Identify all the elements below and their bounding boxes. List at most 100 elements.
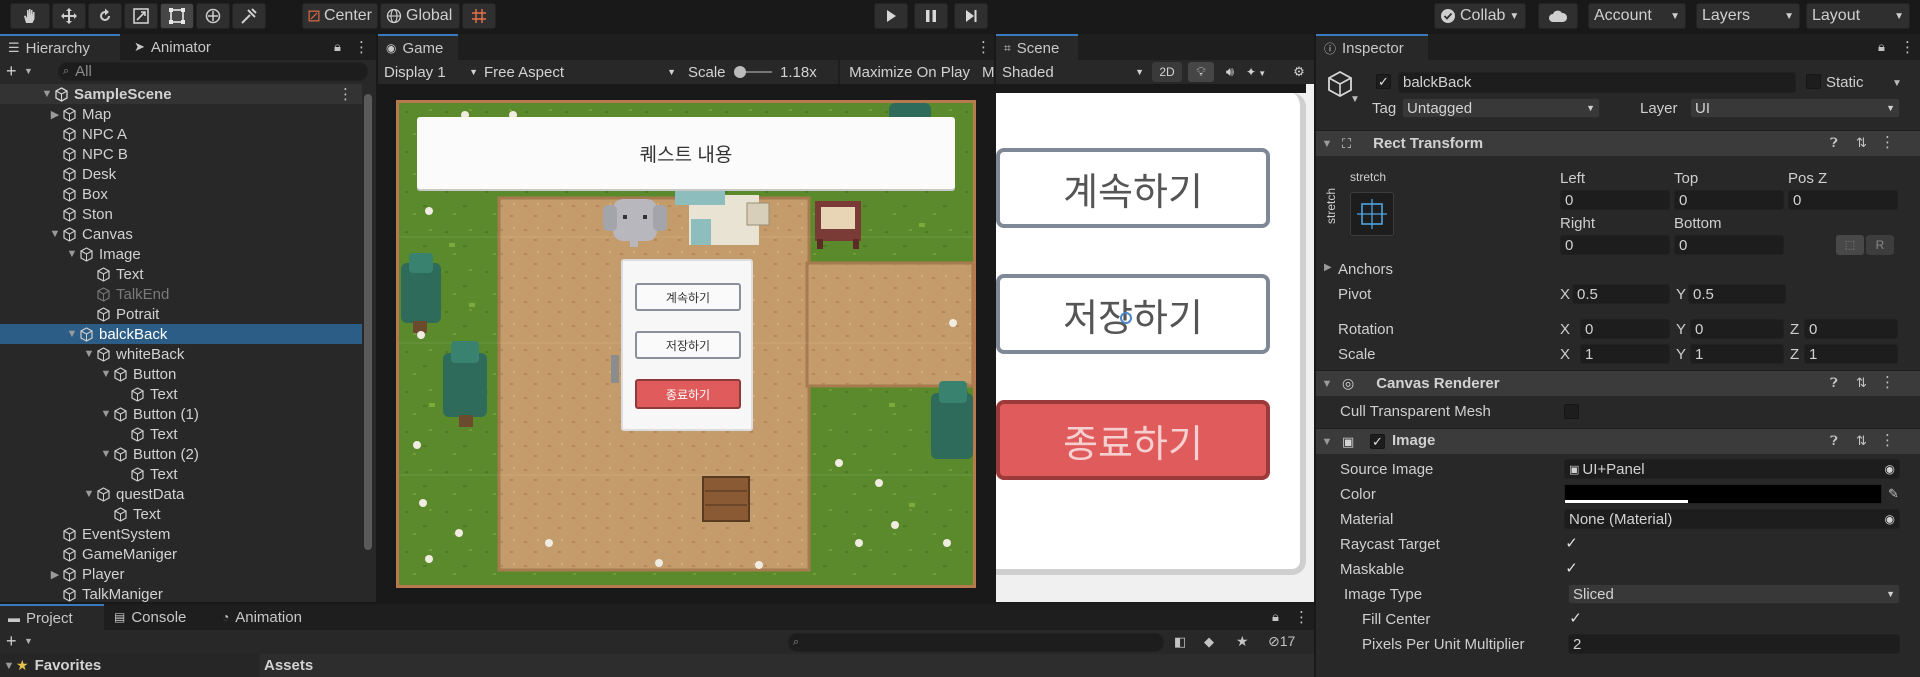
tab-project[interactable]: ▬ Project xyxy=(0,604,104,630)
scale-x-field[interactable]: 1 xyxy=(1580,344,1670,364)
fold-arrow-icon[interactable]: ▼ xyxy=(48,228,62,240)
preset-icon[interactable]: ⇅ xyxy=(1856,433,1867,449)
scene-save-button[interactable]: 저장하기 xyxy=(996,274,1270,354)
display-dropdown[interactable]: Display 1 ▼ xyxy=(384,63,478,81)
fold-arrow-icon[interactable]: ▼ xyxy=(82,348,96,360)
chevron-down-icon[interactable]: ▼ xyxy=(1350,94,1360,105)
aspect-dropdown[interactable]: Free Aspect ▼ xyxy=(484,63,676,81)
fold-arrow-icon[interactable]: ▼ xyxy=(99,368,113,380)
color-field[interactable] xyxy=(1564,484,1882,504)
tag-dropdown[interactable]: Untagged ▼ xyxy=(1402,98,1600,118)
right-field[interactable]: 0 xyxy=(1560,235,1670,255)
pivot-handle[interactable] xyxy=(1120,312,1132,324)
chevron-down-icon[interactable]: ▼ xyxy=(24,636,33,646)
add-icon[interactable]: + xyxy=(6,62,17,80)
fold-arrow-icon[interactable]: ▼ xyxy=(65,328,79,340)
game-viewport[interactable]: 퀘스트 내용 계속하기 저장하기 종료하기 xyxy=(396,100,976,588)
pivot-y-field[interactable]: 0.5 xyxy=(1688,284,1786,304)
continue-button[interactable]: 계속하기 xyxy=(635,283,741,311)
hierarchy-item[interactable]: Text xyxy=(0,504,362,524)
scale-z-field[interactable]: 1 xyxy=(1804,344,1898,364)
project-search-input[interactable]: ⌕ xyxy=(788,633,1164,652)
hierarchy-item[interactable]: ▼ balckBack xyxy=(0,324,362,344)
fold-arrow-icon[interactable]: ▼ xyxy=(99,408,113,420)
fold-arrow-icon[interactable]: ▶ xyxy=(48,108,62,121)
kebab-menu-icon[interactable]: ⋮ xyxy=(1294,608,1309,626)
raw-edit-button[interactable]: R xyxy=(1866,235,1894,255)
active-checkbox[interactable]: ✓ xyxy=(1376,74,1391,89)
account-dropdown[interactable]: Account ▼ xyxy=(1588,3,1686,29)
hand-tool-button[interactable] xyxy=(10,3,50,29)
layout-dropdown[interactable]: Layout ▼ xyxy=(1806,3,1910,29)
layer-dropdown[interactable]: UI ▼ xyxy=(1690,98,1900,118)
hierarchy-item[interactable]: ▼ questData xyxy=(0,484,362,504)
object-picker-icon[interactable]: ◉ xyxy=(1885,512,1895,526)
hierarchy-item[interactable]: ▼ whiteBack xyxy=(0,344,362,364)
top-field[interactable]: 0 xyxy=(1674,190,1784,210)
hierarchy-item[interactable]: Text xyxy=(0,264,362,284)
tab-console[interactable]: ▤ Console xyxy=(106,604,206,630)
favorite-star-icon[interactable]: ★ xyxy=(1236,633,1249,650)
object-name-field[interactable]: balckBack xyxy=(1398,72,1796,93)
shading-dropdown[interactable]: Shaded ▼ xyxy=(1002,63,1144,81)
image-type-dropdown[interactable]: Sliced ▼ xyxy=(1568,584,1900,604)
help-icon[interactable]: ❓︎ xyxy=(1830,135,1838,151)
blueprint-mode-button[interactable]: ⬚ xyxy=(1836,235,1864,255)
effects-icon[interactable]: ✦ ▼ xyxy=(1246,62,1280,82)
maximize-on-play-toggle[interactable]: Maximize On Play xyxy=(838,64,970,81)
play-button[interactable] xyxy=(874,3,908,29)
hierarchy-item[interactable]: GameManiger xyxy=(0,544,362,564)
hierarchy-item[interactable]: ▼ Button xyxy=(0,364,362,384)
tab-animation[interactable]: ◔ Animation xyxy=(214,604,330,630)
hierarchy-scrollbar[interactable] xyxy=(362,86,374,598)
mute-audio-toggle[interactable]: M xyxy=(982,64,994,81)
scale-slider[interactable] xyxy=(734,66,772,78)
custom-tool-button[interactable] xyxy=(232,3,266,29)
hierarchy-item[interactable]: Text xyxy=(0,424,362,444)
cull-transparent-checkbox[interactable] xyxy=(1564,404,1579,419)
hidden-packages-toggle[interactable]: ⊘17 xyxy=(1268,633,1295,650)
hierarchy-search-input[interactable]: ⌕ All xyxy=(58,62,368,81)
kebab-menu-icon[interactable]: ⋮ xyxy=(976,38,991,56)
tab-hierarchy[interactable]: ☰ Hierarchy xyxy=(0,34,120,60)
component-menu-icon[interactable]: ⋮ xyxy=(1880,133,1895,151)
hierarchy-item[interactable]: ▼ Button (2) xyxy=(0,444,362,464)
image-enabled-checkbox[interactable]: ✓ xyxy=(1370,434,1385,449)
label-filter-icon[interactable]: ◆ xyxy=(1204,634,1214,650)
hierarchy-item[interactable]: ▼ Canvas xyxy=(0,224,362,244)
static-label[interactable]: Static xyxy=(1826,74,1864,91)
ppu-multiplier-field[interactable]: 2 xyxy=(1568,634,1900,654)
fold-arrow-icon[interactable]: ▶ xyxy=(1324,262,1332,273)
scene-viewport[interactable]: 계속하기 저장하기 종료하기 xyxy=(996,84,1314,602)
hierarchy-item[interactable]: ▼ Button (1) xyxy=(0,404,362,424)
scene-row[interactable]: ▼ SampleScene xyxy=(0,84,362,104)
hierarchy-item[interactable]: TalkEnd xyxy=(0,284,362,304)
scene-quit-button[interactable]: 종료하기 xyxy=(996,400,1270,480)
preset-icon[interactable]: ⇅ xyxy=(1856,135,1867,151)
assets-breadcrumb[interactable]: Assets xyxy=(260,654,1314,677)
hierarchy-item[interactable]: Desk xyxy=(0,164,362,184)
scale-slider-thumb[interactable] xyxy=(734,66,746,78)
hierarchy-item[interactable]: NPC A xyxy=(0,124,362,144)
scale-y-field[interactable]: 1 xyxy=(1690,344,1784,364)
lock-icon[interactable]: 🔒︎ xyxy=(1878,39,1885,55)
hierarchy-item[interactable]: ▶ Map xyxy=(0,104,362,124)
pivot-x-field[interactable]: 0.5 xyxy=(1572,284,1670,304)
fold-arrow-icon[interactable]: ▼ xyxy=(82,488,96,500)
pivot-mode-button[interactable]: Center xyxy=(302,3,378,29)
fill-center-checkbox[interactable]: ✓ xyxy=(1568,611,1583,627)
fold-arrow-icon[interactable]: ▶ xyxy=(48,568,62,581)
2d-toggle[interactable]: 2D xyxy=(1152,62,1182,82)
posz-field[interactable]: 0 xyxy=(1788,190,1898,210)
maskable-checkbox[interactable]: ✓ xyxy=(1564,561,1579,577)
hierarchy-item[interactable]: Box xyxy=(0,184,362,204)
scene-continue-button[interactable]: 계속하기 xyxy=(996,148,1270,228)
scene-kebab-icon[interactable]: ⋮ xyxy=(338,85,353,103)
hierarchy-item[interactable]: EventSystem xyxy=(0,524,362,544)
rot-x-field[interactable]: 0 xyxy=(1580,319,1670,339)
grid-snap-button[interactable] xyxy=(462,3,496,29)
rotate-tool-button[interactable] xyxy=(88,3,122,29)
step-button[interactable] xyxy=(954,3,988,29)
preset-icon[interactable]: ⇅ xyxy=(1856,375,1867,391)
gizmos-icon[interactable]: ⚙︎ xyxy=(1288,62,1310,82)
